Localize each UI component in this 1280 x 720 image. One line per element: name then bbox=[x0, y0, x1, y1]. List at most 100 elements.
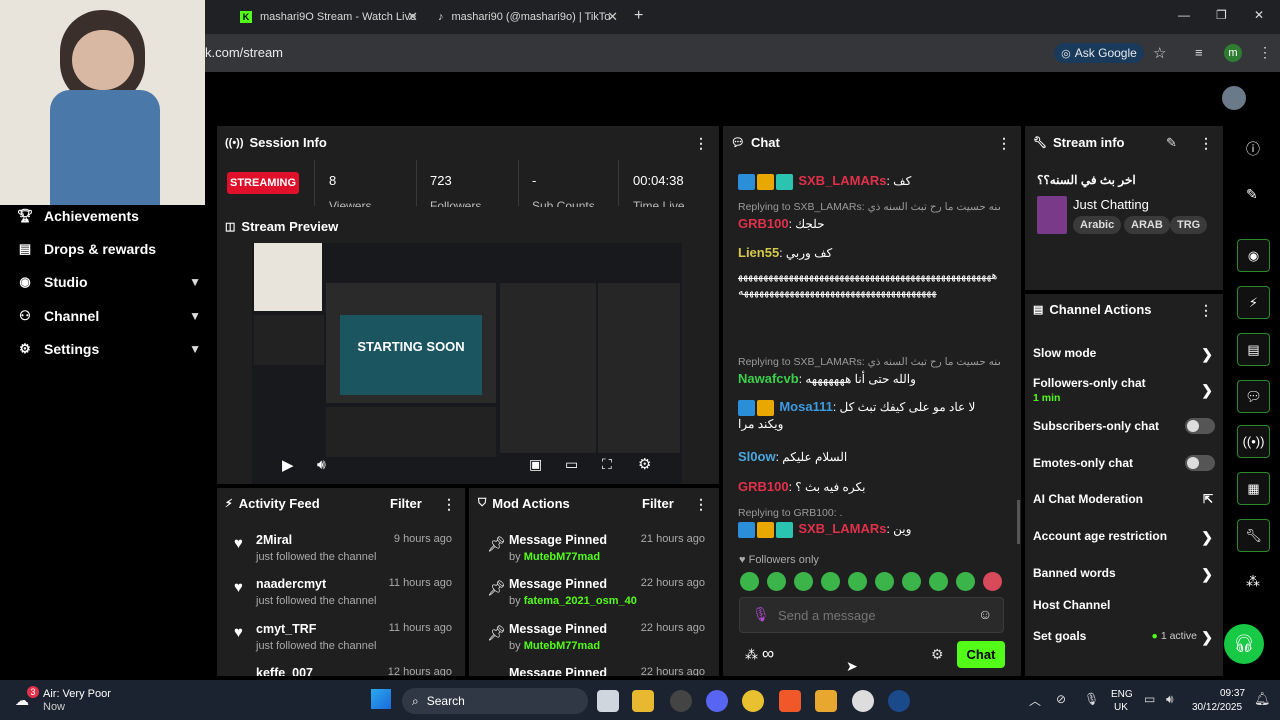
chat-message[interactable]: هههههههههههههههههههههههههههههههههههههههه… bbox=[738, 268, 1000, 344]
language-region[interactable]: UK bbox=[1114, 702, 1128, 713]
points-icon[interactable]: ⁂ bbox=[745, 647, 758, 663]
rail-wrench-button[interactable]: 🔧︎ bbox=[1237, 519, 1270, 552]
rail-layout-button[interactable]: ▦ bbox=[1237, 472, 1270, 505]
volume-icon[interactable]: 🔊︎ bbox=[317, 456, 326, 473]
host-channel-row[interactable]: Host Channel bbox=[1033, 598, 1215, 612]
windows-start-icon[interactable] bbox=[371, 689, 391, 709]
play-icon[interactable]: ▶ bbox=[282, 456, 294, 474]
banned-words-row[interactable]: Banned words ❯ bbox=[1033, 566, 1215, 582]
list-item[interactable]: ♥ 2Miral just followed the channel 9 hou… bbox=[234, 533, 452, 573]
url-field[interactable]: k.com/stream bbox=[205, 45, 283, 60]
emote-button[interactable] bbox=[848, 572, 867, 591]
tag-pill[interactable]: ARAB bbox=[1124, 216, 1170, 234]
reply-context[interactable]: Replying to GRB100: . bbox=[738, 507, 1000, 519]
chat-scrollbar[interactable] bbox=[1017, 500, 1020, 544]
list-item[interactable]: ♥ naadercmyt just followed the channel 1… bbox=[234, 577, 452, 617]
session-info-menu-icon[interactable]: ⋮ bbox=[694, 135, 708, 152]
clock-time[interactable]: 09:37 bbox=[1220, 688, 1245, 699]
chat-username[interactable]: SXB_LAMARs bbox=[798, 521, 886, 536]
pip-icon[interactable]: ▣ bbox=[529, 456, 542, 473]
close-icon[interactable]: ✕ bbox=[607, 9, 618, 25]
tag-pill[interactable]: Arabic bbox=[1073, 216, 1122, 234]
tab-tiktok[interactable]: ♪ mashari90 (@mashari9o) | TikTo ✕ bbox=[430, 4, 624, 30]
chat-message[interactable]: Lien55: كف وربي bbox=[738, 245, 1000, 261]
obs-icon[interactable] bbox=[670, 690, 692, 712]
chat-message[interactable]: SXB_LAMARs: كف bbox=[738, 173, 1000, 190]
chat-message[interactable]: Nawafcvb: والله حتى أنا هههههههه bbox=[738, 371, 1000, 387]
reply-context[interactable]: Replying to SXB_LAMARs: السنه حسيت ما رح… bbox=[738, 201, 1000, 213]
tray-volume-icon[interactable]: 🔊︎ bbox=[1166, 692, 1174, 707]
chat-message[interactable]: SXB_LAMARs: وين bbox=[738, 521, 1000, 538]
file-explorer-icon[interactable] bbox=[632, 690, 654, 712]
stream-preview-video[interactable]: STARTING SOON bbox=[252, 243, 682, 484]
list-item[interactable]: 📌︎ Message Pinned by MutebM77mad 22 hour… bbox=[487, 622, 705, 662]
chat-username[interactable]: SXB_LAMARs bbox=[798, 173, 886, 188]
media-icon[interactable]: ≡ bbox=[1195, 45, 1203, 60]
settings-icon[interactable]: ⚙ bbox=[638, 455, 651, 473]
edit-icon[interactable]: ✎ bbox=[1246, 186, 1258, 203]
chrome-icon[interactable] bbox=[742, 690, 764, 712]
list-item[interactable]: Message Pinned 22 hours ago bbox=[509, 666, 705, 676]
emote-button[interactable] bbox=[956, 572, 975, 591]
close-window-icon[interactable]: ✕ bbox=[1254, 8, 1264, 22]
activity-feed-menu-icon[interactable]: ⋮ bbox=[442, 496, 456, 513]
rail-chat-button[interactable]: 💬︎ bbox=[1237, 380, 1270, 413]
set-goals-row[interactable]: Set goals ● 1 active ❯ bbox=[1033, 629, 1215, 645]
tray-mic-icon[interactable]: 🎙︎ bbox=[1084, 692, 1099, 706]
mod-actions-menu-icon[interactable]: ⋮ bbox=[694, 496, 708, 513]
chat-username[interactable]: Nawafcvb bbox=[738, 371, 799, 386]
chat-menu-icon[interactable]: ⋮ bbox=[997, 135, 1011, 152]
user-avatar[interactable] bbox=[1222, 86, 1246, 110]
edit-pencil-icon[interactable]: ✎ bbox=[1166, 135, 1177, 151]
chat-message[interactable]: GRB100: بكره فيه بث ؟ bbox=[738, 479, 1000, 495]
app-icon[interactable] bbox=[815, 690, 837, 712]
activity-filter-button[interactable]: Filter bbox=[390, 496, 422, 511]
emote-button[interactable] bbox=[821, 572, 840, 591]
weather-widget[interactable]: 3 ☁ Air: Very Poor Now bbox=[15, 686, 135, 714]
rail-lightning-button[interactable]: ⚡︎ bbox=[1237, 286, 1270, 319]
emoji-icon[interactable]: ☺ bbox=[978, 606, 992, 622]
stream-info-menu-icon[interactable]: ⋮ bbox=[1199, 135, 1213, 152]
support-button[interactable]: 🎧︎ bbox=[1224, 624, 1264, 664]
sidebar-item-drops-rewards[interactable]: ▤ Drops & rewards bbox=[16, 237, 201, 261]
emotes-only-row[interactable]: Emotes-only chat bbox=[1033, 455, 1215, 471]
chat-message[interactable]: Mosa111: لا عاد مو على كيفك تبث كل ويكند… bbox=[738, 399, 1000, 432]
steam-icon[interactable] bbox=[888, 690, 910, 712]
chat-username[interactable]: GRB100 bbox=[738, 216, 789, 231]
brave-icon[interactable] bbox=[779, 690, 801, 712]
clock-date[interactable]: 30/12/2025 bbox=[1192, 702, 1242, 713]
followers-only-row[interactable]: Followers-only chat 1 min ❯ bbox=[1033, 376, 1215, 404]
slow-mode-row[interactable]: Slow mode ❯ bbox=[1033, 346, 1215, 362]
profile-avatar[interactable]: m bbox=[1224, 44, 1242, 62]
list-item[interactable]: 📌︎ Message Pinned by fatema_2021_osm_40 … bbox=[487, 577, 705, 617]
language-code[interactable]: ENG bbox=[1111, 689, 1133, 700]
chat-username[interactable]: GRB100 bbox=[738, 479, 789, 494]
chat-message[interactable]: GRB100: حلجك bbox=[738, 216, 1000, 232]
emotes-only-toggle[interactable] bbox=[1185, 455, 1215, 471]
theater-icon[interactable]: ▭ bbox=[565, 456, 578, 473]
chat-username[interactable]: Sl0ow bbox=[738, 449, 776, 464]
account-age-row[interactable]: Account age restriction ❯ bbox=[1033, 529, 1215, 545]
emote-button[interactable] bbox=[929, 572, 948, 591]
list-item[interactable]: ♥ cmyt_TRF just followed the channel 11 … bbox=[234, 622, 452, 662]
tag-pill[interactable]: TRG bbox=[1170, 216, 1208, 234]
emote-button[interactable] bbox=[902, 572, 921, 591]
restore-icon[interactable]: ❐ bbox=[1216, 8, 1227, 22]
sidebar-item-settings[interactable]: ⚙ Settings ▼ bbox=[16, 337, 201, 361]
sidebar-item-achievements[interactable]: 🏆︎ Achievements bbox=[16, 204, 201, 228]
tray-chevron-icon[interactable]: ︿ bbox=[1029, 692, 1041, 709]
microphone-icon[interactable]: 🎙︎ bbox=[752, 606, 770, 623]
channel-actions-menu-icon[interactable]: ⋮ bbox=[1199, 302, 1213, 319]
chat-username[interactable]: Lien55 bbox=[738, 245, 779, 260]
chat-settings-icon[interactable]: ⚙ bbox=[931, 646, 944, 663]
emote-button[interactable] bbox=[983, 572, 1002, 591]
rail-notes-button[interactable]: ▤ bbox=[1237, 333, 1270, 366]
chat-username[interactable]: Mosa111 bbox=[779, 399, 833, 414]
tray-display-icon[interactable]: ▭ bbox=[1144, 692, 1155, 706]
reply-context[interactable]: Replying to SXB_LAMARs: السنه حسيت ما رح… bbox=[738, 356, 1000, 368]
emote-button[interactable] bbox=[740, 572, 759, 591]
new-tab-icon[interactable]: + bbox=[634, 7, 643, 25]
emote-button[interactable] bbox=[767, 572, 786, 591]
taskbar-search[interactable]: ⌕ Search bbox=[402, 688, 588, 714]
notification-bell-icon[interactable]: 🔔︎ bbox=[1254, 691, 1271, 707]
